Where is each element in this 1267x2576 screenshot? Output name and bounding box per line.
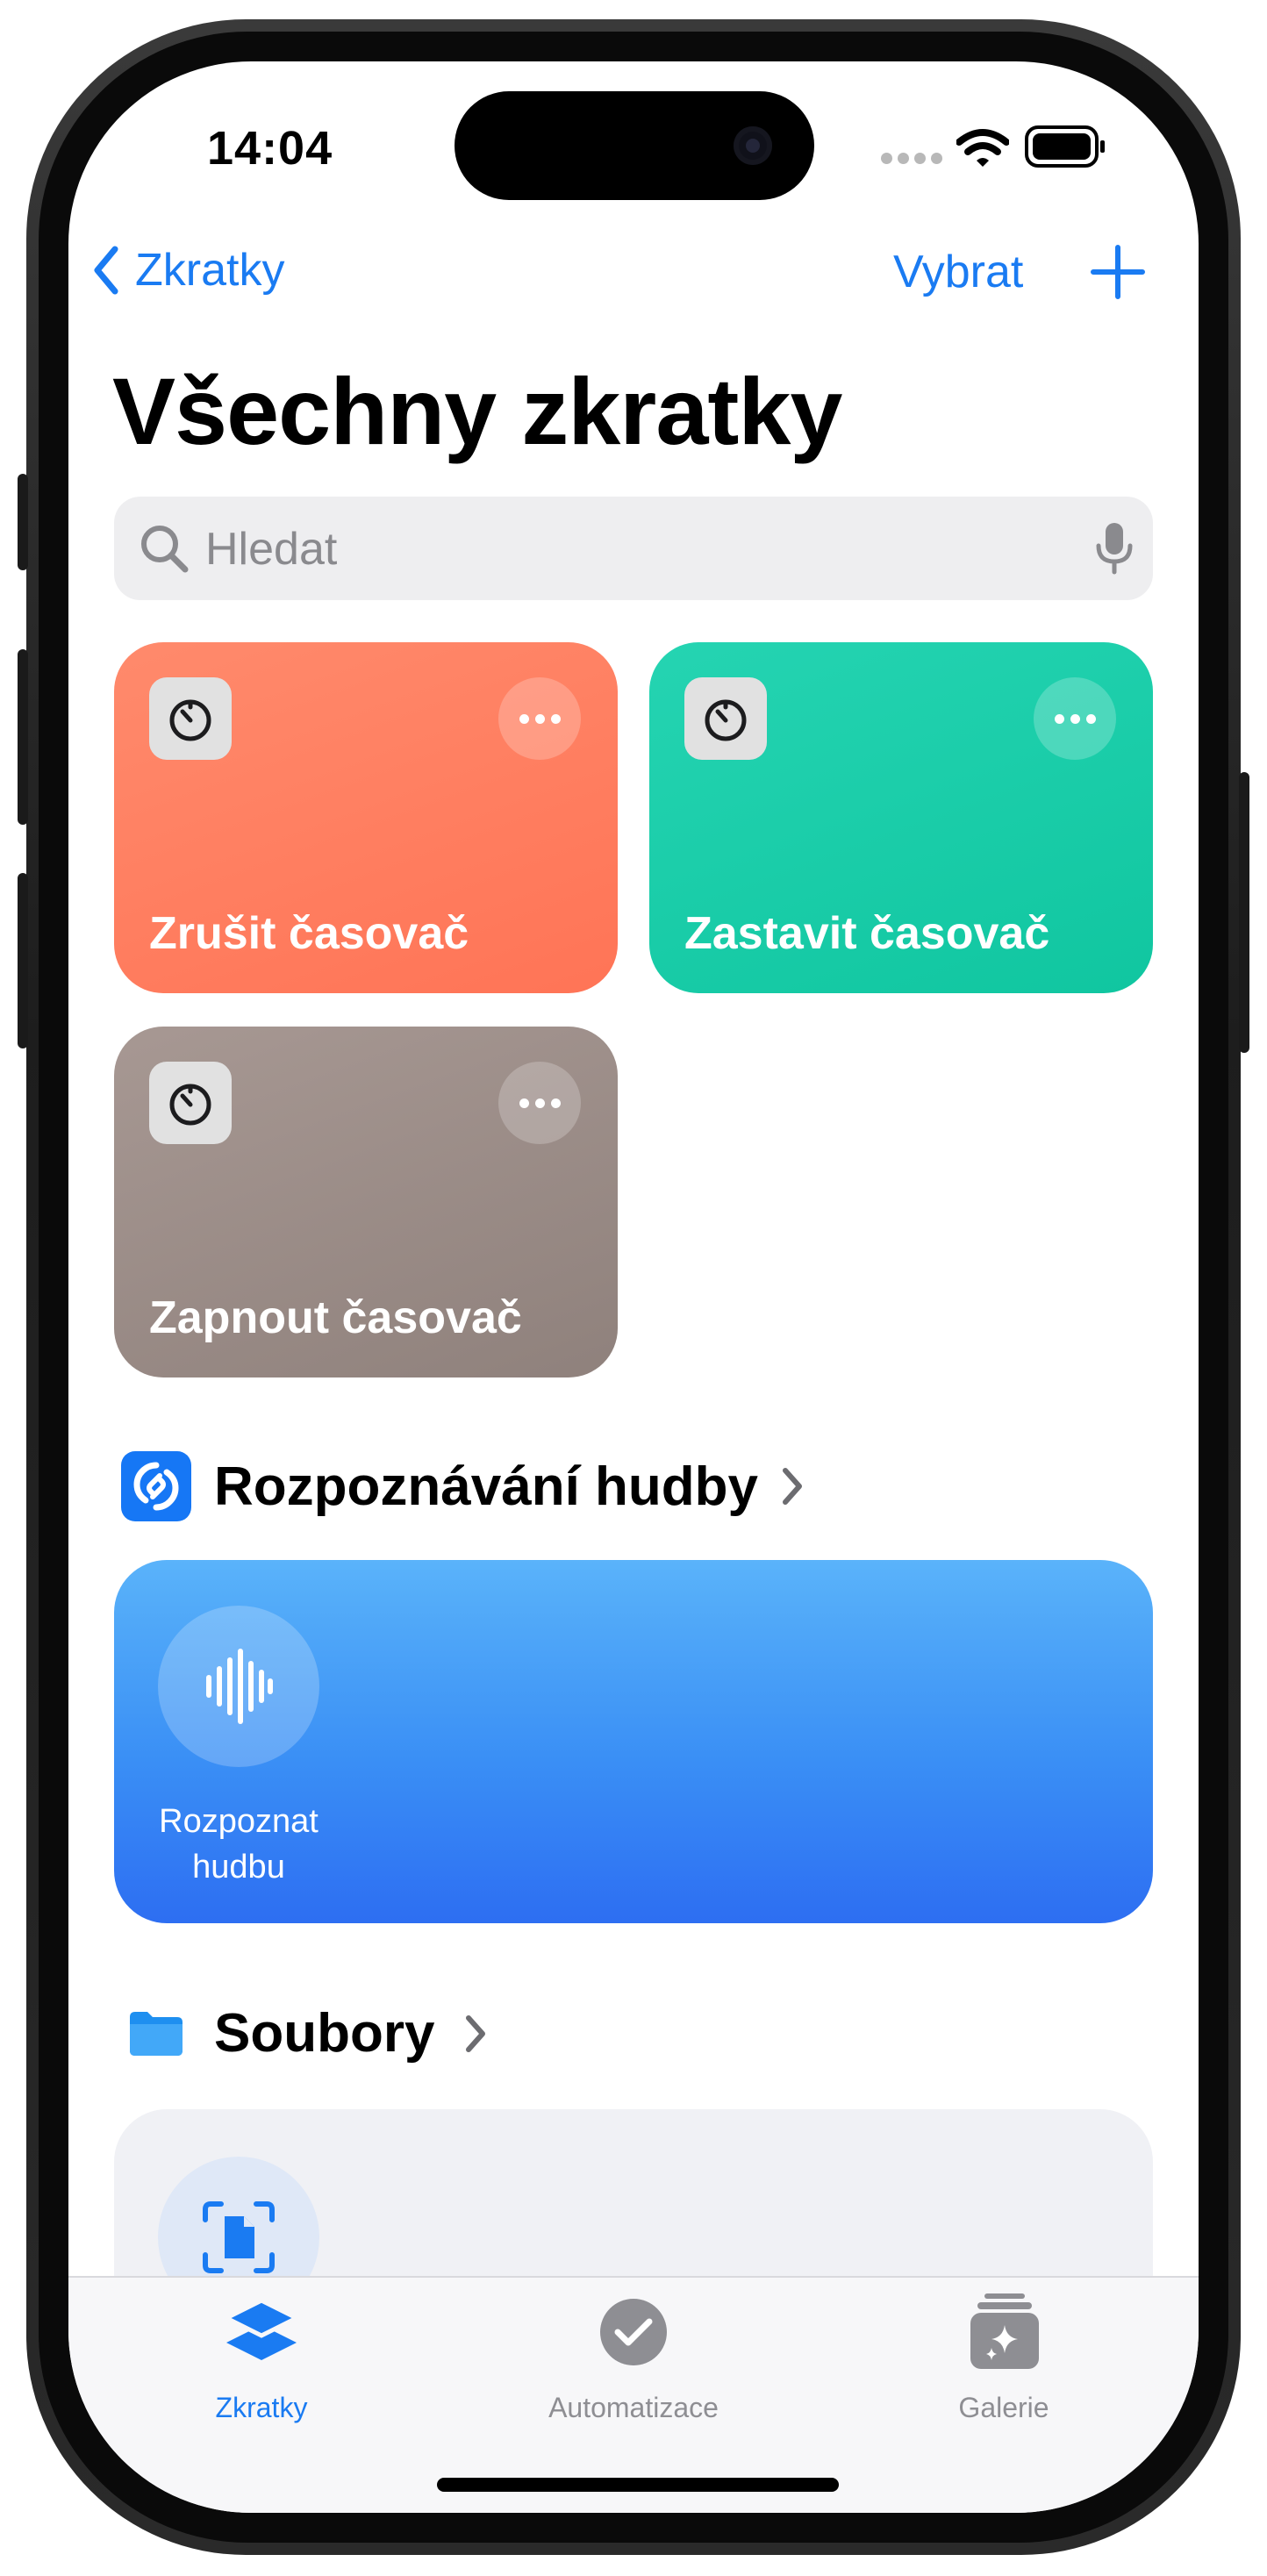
battery-icon	[1025, 125, 1105, 168]
tab-label: Galerie	[958, 2392, 1049, 2423]
dynamic-island	[455, 91, 814, 200]
shortcut-label: Zastavit časovač	[684, 908, 1050, 959]
side-button	[1239, 772, 1249, 1053]
volume-down-button	[18, 873, 28, 1048]
waveform-icon	[158, 1606, 319, 1767]
cellular-signal-icon	[881, 153, 942, 164]
back-button[interactable]: Zkratky	[93, 244, 284, 297]
shortcut-label: Zapnout časovač	[149, 1292, 522, 1343]
page-title: Všechny zkratky	[112, 358, 842, 464]
gallery-sparkle-icon	[970, 2293, 1039, 2369]
tab-gallery[interactable]: Galerie	[872, 2278, 1135, 2427]
section-title: Soubory	[214, 2003, 435, 2064]
action-button	[18, 474, 28, 570]
folder-icon	[130, 2011, 183, 2056]
shortcut-label: Zrušit časovač	[149, 908, 469, 959]
tab-label: Zkratky	[215, 2392, 308, 2423]
search-bar[interactable]	[114, 497, 1153, 602]
timer-icon	[684, 677, 767, 760]
shortcut-tile-start-timer[interactable]: Zapnout časovač	[114, 1027, 618, 1377]
shortcut-tile-cancel-timer[interactable]: Zrušit časovač	[114, 642, 618, 993]
shazam-icon	[121, 1451, 191, 1521]
chevron-right-icon	[466, 2014, 486, 2052]
more-options-button[interactable]	[498, 1062, 581, 1144]
microphone-icon[interactable]	[1095, 521, 1134, 576]
recognize-music-card[interactable]: Rozpoznat hudbu	[114, 1560, 1153, 1923]
tab-automation[interactable]: Automatizace	[502, 2278, 765, 2427]
label-line-2: hudbu	[192, 1849, 285, 1885]
home-indicator[interactable]	[437, 2478, 839, 2492]
section-header-files[interactable]: Soubory	[128, 2002, 487, 2064]
status-time: 14:04	[207, 122, 333, 175]
select-button[interactable]: Vybrat	[893, 246, 1023, 298]
back-button-label: Zkratky	[135, 245, 285, 296]
more-options-button[interactable]	[1034, 677, 1116, 760]
shortcut-tile-stop-timer[interactable]: Zastavit časovač	[649, 642, 1153, 993]
checkmark-clock-icon	[600, 2299, 667, 2365]
screen: 14:04 Zkratky Vybrat Všechny zkratky Hle…	[68, 61, 1199, 2513]
recognize-music-label: Rozpoznat hudbu	[144, 1799, 333, 1890]
wifi-icon	[956, 129, 1009, 167]
tab-label: Automatizace	[548, 2392, 719, 2423]
timer-icon	[149, 677, 232, 760]
layers-icon	[223, 2298, 300, 2360]
section-title: Rozpoznávání hudby	[214, 1456, 758, 1517]
tab-shortcuts[interactable]: Zkratky	[130, 2278, 393, 2427]
search-icon	[141, 526, 189, 573]
search-input[interactable]	[204, 497, 1049, 602]
chevron-left-icon	[94, 246, 118, 295]
section-header-music-recognition[interactable]: Rozpoznávání hudby	[121, 1451, 804, 1521]
chevron-right-icon	[783, 1468, 802, 1505]
more-options-button[interactable]	[498, 677, 581, 760]
add-shortcut-button[interactable]	[1090, 244, 1146, 300]
label-line-1: Rozpoznat	[159, 1803, 319, 1840]
volume-up-button	[18, 649, 28, 825]
timer-icon	[149, 1062, 232, 1144]
front-camera	[734, 126, 772, 165]
